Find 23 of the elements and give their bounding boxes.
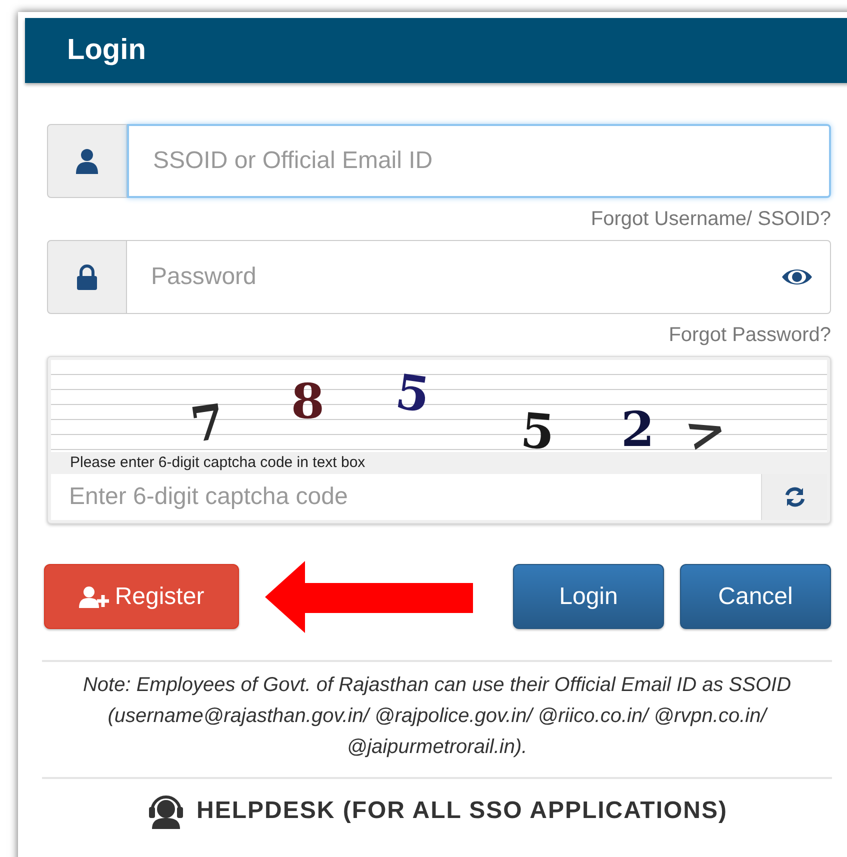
captcha-character: 7 <box>188 398 228 450</box>
forgot-password-link[interactable]: Forgot Password? <box>668 320 831 350</box>
captcha-character: > <box>680 404 732 452</box>
note-text: Note: Employees of Govt. of Rajasthan can use their Official Email ID as SSOID (username@rajasthan.gov.in/ @rajpolice.gov.in/ @riico.co.in/ @rvpn.co.in/ @jaipurmetrorail.in). <box>82 673 792 760</box>
captcha-hint: Please enter 6-digit captcha code in text box <box>69 453 366 473</box>
primary-button[interactable]: Login <box>513 564 664 629</box>
helpdesk-heading: HELPDESK (FOR ALL SSO APPLICATIONS) <box>196 796 728 826</box>
eye-icon[interactable] <box>781 267 813 287</box>
username-field[interactable]: SSOID or Official Email ID <box>127 124 831 198</box>
captcha-character: 8 <box>291 378 324 426</box>
panel-title: Login <box>67 32 146 68</box>
user-icon <box>75 148 99 174</box>
captcha-character: 2 <box>621 406 654 452</box>
lock-icon <box>76 264 98 290</box>
primary-button[interactable]: Cancel <box>680 564 831 629</box>
password-field[interactable]: Password <box>127 240 831 314</box>
add-user-icon <box>78 586 109 608</box>
refresh-icon <box>784 486 806 508</box>
forgot-username-link[interactable]: Forgot Username/ SSOID? <box>590 204 831 234</box>
captcha-character: 5 <box>392 368 433 420</box>
register-button[interactable]: Register <box>44 564 239 629</box>
captcha-character: 5 <box>518 406 556 452</box>
captcha-field[interactable]: Enter 6-digit captcha code <box>51 474 761 520</box>
